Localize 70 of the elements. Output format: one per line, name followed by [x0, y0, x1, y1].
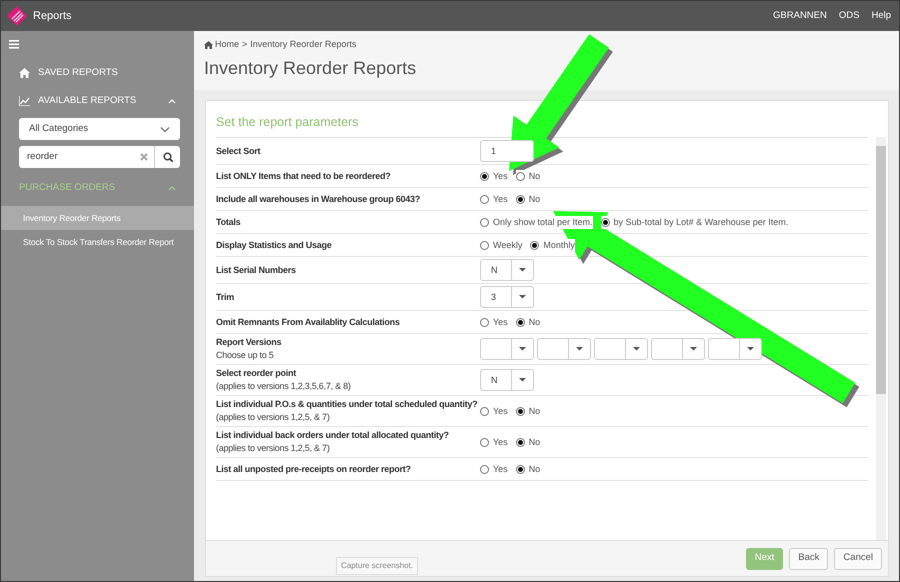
dropdown[interactable] — [537, 338, 591, 360]
dropdown[interactable]: N — [480, 259, 534, 282]
breadcrumb-separator: > — [242, 38, 248, 51]
radio-option[interactable]: by Sub-total by Lot# & Warehouse per Item. — [600, 216, 788, 229]
radio-option[interactable]: Yes — [480, 462, 508, 476]
radio-option[interactable]: Yes — [480, 436, 508, 449]
scrollbar[interactable] — [876, 137, 886, 540]
search-icon — [162, 152, 172, 162]
radio-option[interactable]: Monthly — [530, 238, 575, 252]
menu-icon[interactable] — [9, 38, 19, 49]
field-label: Include all warehouses in Warehouse group 6043? — [216, 192, 421, 206]
radio-option[interactable]: Yes — [480, 192, 508, 206]
radio-option[interactable]: No — [516, 404, 540, 418]
form-button[interactable]: Back — [789, 548, 828, 570]
page-title: Inventory Reorder Reports — [204, 56, 418, 80]
field-note: Choose up to 5 — [216, 349, 275, 362]
field-label: List individual P.O.s & quantities under total scheduled quantity? — [216, 398, 478, 412]
field-label: Trim — [216, 290, 236, 304]
radio-option[interactable]: Yes — [480, 316, 508, 329]
radio-option[interactable]: No — [516, 170, 540, 183]
field-label: Select reorder point — [216, 367, 298, 380]
radio-option[interactable]: Only show total per Item. — [480, 216, 593, 229]
field-label: Totals — [216, 216, 242, 229]
caret-icon — [519, 295, 526, 300]
radio-option[interactable]: Yes — [480, 170, 508, 183]
input-field[interactable]: 1 — [480, 140, 534, 162]
radio-option[interactable]: No — [516, 316, 540, 329]
app-title: Reports — [33, 8, 72, 24]
field-note: (applies to versions 1,2,3,5,6,7, & 8) — [216, 380, 352, 394]
caret-icon — [519, 268, 526, 272]
caret-icon — [519, 347, 526, 352]
dropdown[interactable] — [651, 338, 705, 360]
dropdown[interactable] — [594, 338, 648, 360]
dropdown[interactable]: N — [480, 369, 534, 392]
radio-option[interactable]: No — [516, 192, 540, 206]
field-note: (applies to versions 1,2,5, & 7) — [216, 442, 331, 456]
radio-option[interactable]: No — [516, 436, 540, 449]
caret-icon — [519, 378, 526, 382]
user-menu-link[interactable]: ODS — [838, 8, 860, 24]
field-label: List Serial Numbers — [216, 264, 297, 277]
field-label: Select Sort — [216, 144, 262, 158]
form-title: Set the report parameters — [215, 114, 360, 131]
chevron-icon — [160, 126, 170, 132]
field-note: (applies to versions 1,2,5, & 7) — [216, 411, 331, 424]
radio-option[interactable]: Weekly — [480, 238, 522, 252]
caret-icon — [576, 347, 583, 352]
dropdown[interactable] — [708, 338, 762, 360]
dropdown[interactable] — [480, 338, 534, 360]
field-label: List all unposted pre-receipts on reorder report? — [216, 462, 412, 476]
form-button[interactable]: Cancel — [834, 548, 882, 570]
field-label: List ONLY Items that need to be reordered? — [216, 170, 392, 183]
breadcrumb-item: Inventory Reorder Reports — [250, 38, 356, 51]
breadcrumb-link[interactable]: Home — [204, 38, 240, 52]
dropdown[interactable]: 3 — [480, 286, 534, 308]
radio-option[interactable]: No — [516, 462, 540, 476]
radio-option[interactable]: Yes — [480, 404, 508, 418]
caret-icon — [747, 347, 754, 352]
field-label: Omit Remnants From Availablity Calculations — [216, 316, 401, 329]
caret-icon — [633, 347, 640, 352]
home-icon — [204, 40, 213, 49]
field-label: List individual back orders under total allocated quantity? — [216, 429, 450, 442]
category-dropdown[interactable]: All Categories — [19, 118, 180, 140]
clear-icon[interactable] — [140, 153, 148, 161]
chart-icon — [19, 96, 30, 106]
field-label: Display Statistics and Usage — [216, 238, 333, 252]
home-icon — [19, 68, 30, 78]
caret-icon — [690, 347, 697, 352]
field-label: Report Versions — [216, 336, 282, 350]
user-menu-link[interactable]: GBRANNEN — [773, 8, 827, 24]
user-menu-link[interactable]: Help — [871, 8, 891, 24]
